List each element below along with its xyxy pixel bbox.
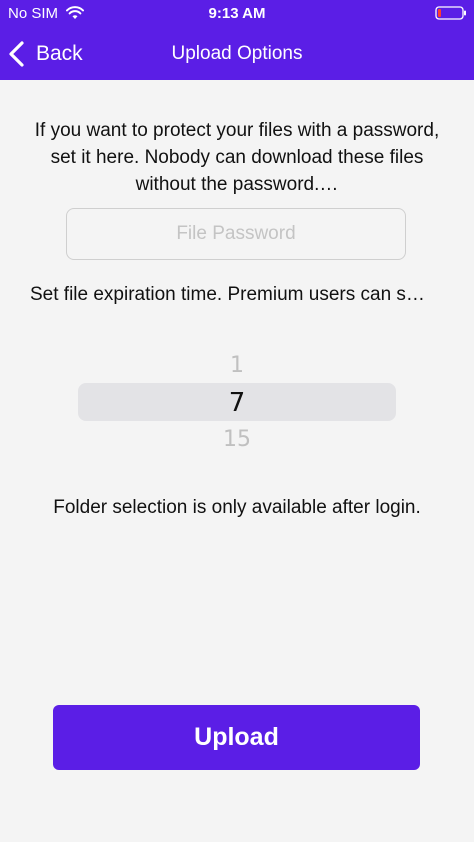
navigation-bar: Back Upload Options (0, 28, 474, 80)
expiration-picker[interactable]: 1 7 15 (78, 346, 396, 456)
file-password-input[interactable] (66, 208, 406, 260)
header: No SIM 9:13 AM Back Upload Options (0, 0, 474, 80)
picker-option-selected[interactable]: 7 (78, 388, 396, 418)
status-time: 9:13 AM (208, 5, 266, 22)
folder-info-text: Folder selection is only available after… (53, 497, 421, 518)
battery-icon (435, 6, 466, 20)
upload-button[interactable]: Upload (53, 705, 420, 770)
password-info-text: If you want to protect your files with a… (34, 120, 440, 195)
expiration-info-text: Set file expiration time. Premium users … (30, 284, 425, 305)
picker-option-previous[interactable]: 1 (78, 352, 396, 380)
page-title: Upload Options (171, 43, 303, 64)
upload-options-screen: No SIM 9:13 AM Back Upload Options If yo… (0, 0, 474, 842)
picker-option-next[interactable]: 15 (78, 426, 396, 454)
status-bar: No SIM 9:13 AM (0, 0, 474, 28)
